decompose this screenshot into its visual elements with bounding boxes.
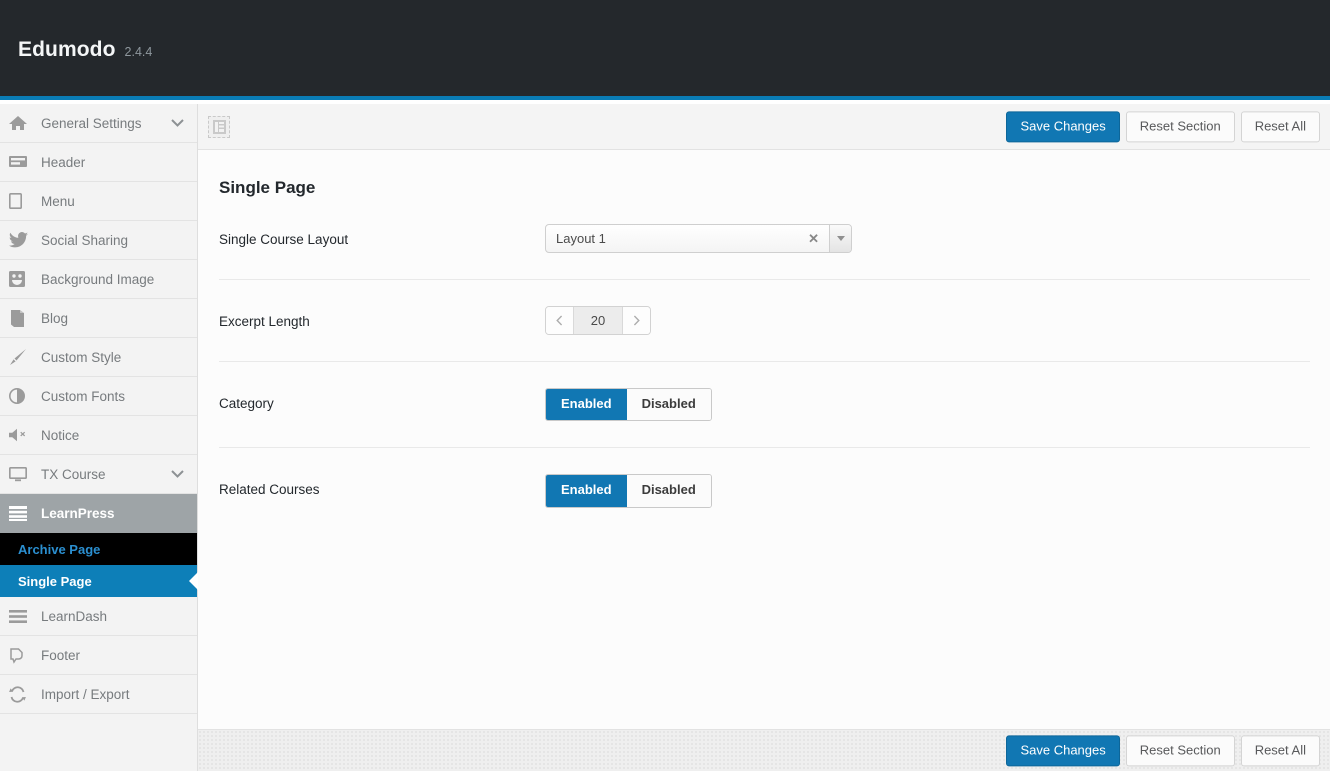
sidebar-item-label: TX Course: [41, 467, 106, 482]
select-value: Layout 1: [546, 231, 606, 246]
smiley-image-icon: [9, 269, 37, 289]
toolbar-actions: Save Changes Reset Section Reset All: [1006, 111, 1320, 142]
sidebar-subitem-label: Archive Page: [18, 542, 100, 557]
footer-save-changes-button[interactable]: Save Changes: [1006, 735, 1119, 766]
sidebar-subitem-single-page[interactable]: Single Page: [0, 565, 197, 597]
field-control: 20: [545, 306, 1310, 361]
admin-options-page: Edumodo 2.4.4 General Settings Header Me…: [0, 0, 1330, 771]
category-toggle-disabled[interactable]: Disabled: [627, 389, 711, 420]
sidebar-item-label: General Settings: [41, 116, 142, 131]
chevron-left-icon[interactable]: [546, 307, 574, 334]
sidebar-item-custom-style[interactable]: Custom Style: [0, 338, 197, 377]
page-title: Single Page: [198, 150, 1330, 198]
field-control: Enabled Disabled: [545, 474, 1310, 533]
hamburger-lines-icon: [9, 606, 37, 626]
sidebar-subitem-label: Single Page: [18, 574, 92, 589]
sidebar-item-background-image[interactable]: Background Image: [0, 260, 197, 299]
field-label: Related Courses: [219, 474, 545, 497]
paintbrush-icon: [9, 347, 37, 367]
twitter-bird-icon: [9, 230, 37, 250]
related-courses-toggle-disabled[interactable]: Disabled: [627, 475, 711, 506]
monitor-icon: [9, 464, 37, 484]
category-toggle-enabled[interactable]: Enabled: [546, 389, 627, 420]
clear-x-icon[interactable]: ✕: [808, 231, 819, 247]
sidebar-subitem-archive-page[interactable]: Archive Page: [0, 533, 197, 565]
field-row-category: Category Enabled Disabled: [219, 361, 1310, 447]
sidebar-item-social-sharing[interactable]: Social Sharing: [0, 221, 197, 260]
sidebar-item-label: Menu: [41, 194, 75, 209]
sidebar-item-label: Background Image: [41, 272, 154, 287]
sidebar-item-import-export[interactable]: Import / Export: [0, 675, 197, 714]
sidebar-item-tx-course[interactable]: TX Course: [0, 455, 197, 494]
pointer-hand-icon: [9, 645, 37, 665]
header-icon: [9, 152, 37, 172]
expand-panel-icon[interactable]: [208, 116, 230, 138]
stacked-lines-icon: [9, 503, 37, 523]
sidebar-item-label: LearnDash: [41, 609, 107, 624]
active-pointer-icon: [189, 572, 198, 590]
sidebar-item-learndash[interactable]: LearnDash: [0, 597, 197, 636]
single-course-layout-select[interactable]: Layout 1 ✕: [545, 224, 852, 253]
app-header: Edumodo 2.4.4: [0, 0, 1330, 100]
sidebar-item-label: Blog: [41, 311, 68, 326]
chevron-down-icon[interactable]: [171, 465, 184, 483]
brand: Edumodo 2.4.4: [18, 38, 152, 62]
sidebar-item-menu[interactable]: Menu: [0, 182, 197, 221]
sidebar-item-label: LearnPress: [41, 506, 115, 521]
chevron-down-icon[interactable]: [829, 225, 851, 252]
footer-reset-all-button[interactable]: Reset All: [1241, 735, 1320, 766]
chevron-down-icon[interactable]: [171, 114, 184, 132]
field-control: Layout 1 ✕: [545, 224, 1310, 279]
field-row-related-courses: Related Courses Enabled Disabled: [219, 447, 1310, 533]
panel-toolbar: Save Changes Reset Section Reset All: [198, 104, 1330, 150]
panel-footer: Save Changes Reset Section Reset All: [198, 729, 1330, 771]
sidebar-item-label: Custom Fonts: [41, 389, 125, 404]
sidebar-item-blog[interactable]: Blog: [0, 299, 197, 338]
footer-actions: Save Changes Reset Section Reset All: [1006, 735, 1320, 766]
sidebar-item-label: Notice: [41, 428, 79, 443]
field-label: Category: [219, 388, 545, 411]
sidebar-item-learnpress[interactable]: LearnPress: [0, 494, 197, 533]
sidebar-item-custom-fonts[interactable]: Custom Fonts: [0, 377, 197, 416]
category-toggle[interactable]: Enabled Disabled: [545, 388, 712, 421]
chevron-right-icon[interactable]: [622, 307, 650, 334]
contrast-circle-icon: [9, 386, 37, 406]
reset-section-button[interactable]: Reset Section: [1126, 111, 1235, 142]
sidebar-item-notice[interactable]: Notice: [0, 416, 197, 455]
speaker-mute-icon: [9, 425, 37, 445]
save-changes-button[interactable]: Save Changes: [1006, 111, 1119, 142]
main-panel: Save Changes Reset Section Reset All Sin…: [198, 104, 1330, 771]
refresh-sync-icon: [9, 684, 37, 704]
sidebar-item-header[interactable]: Header: [0, 143, 197, 182]
related-courses-toggle[interactable]: Enabled Disabled: [545, 474, 712, 507]
field-row-excerpt-length: Excerpt Length 20: [219, 279, 1310, 361]
sidebar-item-label: Social Sharing: [41, 233, 128, 248]
field-control: Enabled Disabled: [545, 388, 1310, 447]
sidebar-item-label: Header: [41, 155, 85, 170]
sidebar-item-footer[interactable]: Footer: [0, 636, 197, 675]
footer-reset-section-button[interactable]: Reset Section: [1126, 735, 1235, 766]
panel-body: Single Page Single Course Layout Layout …: [198, 150, 1330, 729]
home-icon: [9, 113, 37, 133]
sidebar-item-label: Footer: [41, 648, 80, 663]
related-courses-toggle-enabled[interactable]: Enabled: [546, 475, 627, 506]
field-label: Single Course Layout: [219, 224, 545, 247]
excerpt-length-stepper[interactable]: 20: [545, 306, 651, 335]
field-row-single-course-layout: Single Course Layout Layout 1 ✕: [219, 198, 1310, 279]
book-icon: [9, 308, 37, 328]
sidebar-item-label: Import / Export: [41, 687, 130, 702]
sidebar: General Settings Header Menu Social Shar…: [0, 104, 198, 771]
excerpt-length-value[interactable]: 20: [574, 307, 622, 334]
brand-version: 2.4.4: [125, 45, 153, 59]
menu-page-icon: [9, 191, 37, 211]
field-label: Excerpt Length: [219, 306, 545, 329]
reset-all-button[interactable]: Reset All: [1241, 111, 1320, 142]
sidebar-item-general-settings[interactable]: General Settings: [0, 104, 197, 143]
brand-name: Edumodo: [18, 38, 116, 62]
sidebar-item-label: Custom Style: [41, 350, 121, 365]
